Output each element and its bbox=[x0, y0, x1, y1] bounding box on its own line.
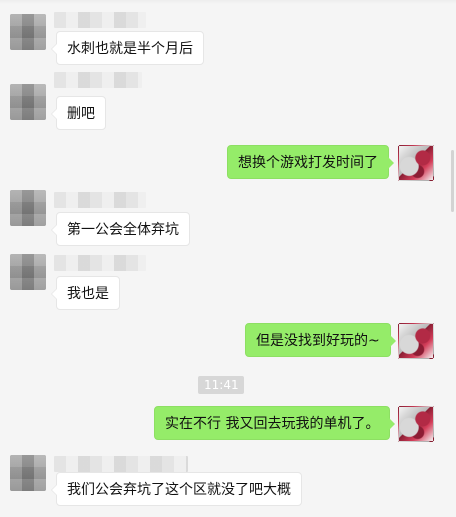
sender-name bbox=[54, 192, 146, 208]
message-bubble-incoming[interactable]: 第一公会全体弃坑 bbox=[51, 212, 190, 246]
message-text: 实在不行 我又回去玩我的单机了。 bbox=[165, 416, 380, 432]
message-text: 删吧 bbox=[67, 106, 95, 122]
message-bubble-incoming[interactable]: 删吧 bbox=[51, 96, 106, 130]
scrollbar-thumb[interactable] bbox=[451, 150, 454, 212]
message-timestamp: 11:41 bbox=[198, 376, 244, 394]
my-avatar[interactable] bbox=[398, 145, 434, 181]
chat-window: 水刺也就是半个月后 删吧 想换个游戏打发时间了 第一公会全体弃坑 我也是 但是没… bbox=[0, 0, 456, 517]
message-text: 我们公会弃坑了这个区就没了吧大概 bbox=[67, 482, 291, 498]
contact-avatar[interactable] bbox=[10, 455, 46, 491]
message-bubble-incoming[interactable]: 水刺也就是半个月后 bbox=[51, 31, 204, 65]
message-text: 我也是 bbox=[67, 286, 109, 302]
contact-avatar[interactable] bbox=[10, 254, 46, 290]
message-text: 第一公会全体弃坑 bbox=[67, 222, 179, 238]
contact-avatar[interactable] bbox=[10, 84, 46, 120]
message-bubble-outgoing[interactable]: 但是没找到好玩的~ bbox=[245, 323, 396, 357]
message-bubble-incoming[interactable]: 我也是 bbox=[51, 276, 120, 310]
sender-name bbox=[54, 12, 146, 28]
message-bubble-incoming[interactable]: 我们公会弃坑了这个区就没了吧大概 bbox=[51, 472, 302, 506]
sender-name bbox=[54, 456, 188, 472]
message-bubble-outgoing[interactable]: 实在不行 我又回去玩我的单机了。 bbox=[154, 406, 396, 440]
message-text: 想换个游戏打发时间了 bbox=[238, 155, 378, 171]
timestamp-text: 11:41 bbox=[204, 378, 239, 392]
message-text: 水刺也就是半个月后 bbox=[67, 41, 193, 57]
contact-avatar[interactable] bbox=[10, 190, 46, 226]
sender-name bbox=[54, 72, 142, 88]
message-text: 但是没找到好玩的~ bbox=[256, 333, 380, 349]
contact-avatar[interactable] bbox=[10, 14, 46, 50]
sender-name bbox=[54, 255, 146, 271]
my-avatar[interactable] bbox=[398, 406, 434, 442]
message-bubble-outgoing[interactable]: 想换个游戏打发时间了 bbox=[227, 145, 394, 179]
top-shadow bbox=[0, 0, 456, 4]
my-avatar[interactable] bbox=[398, 323, 434, 359]
